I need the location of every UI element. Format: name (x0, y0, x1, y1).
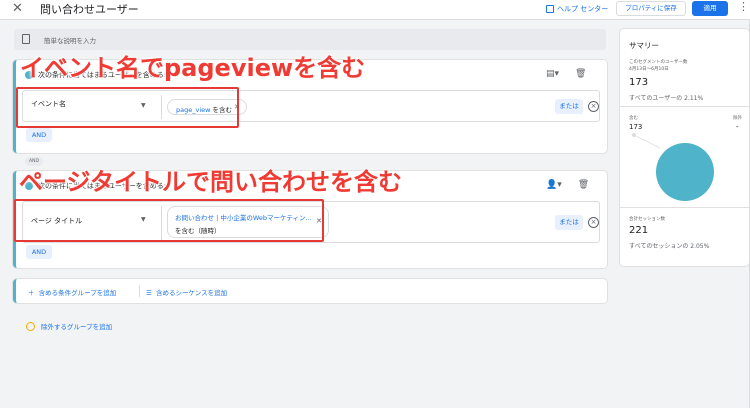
description-input[interactable]: 簡単な説明を入力 (14, 29, 606, 50)
exclude-ring-icon (26, 321, 35, 331)
divider (139, 285, 140, 297)
users-pie-chart (632, 133, 714, 201)
add-condition-row: ＋ 含める条件グループを追加 ☰ 含めるシーケンスを追加 (13, 279, 607, 303)
annotation-box-event (16, 87, 239, 128)
exclude-label: 除外するグループを追加 (41, 323, 113, 331)
document-icon (22, 34, 30, 44)
add-group-label: 含める条件グループを追加 (38, 289, 117, 297)
include-label: 含む (629, 116, 638, 121)
sessions-label: 合計セッション数 (629, 217, 665, 222)
include-value: 173 (629, 123, 643, 131)
annotation-text-page-title: ページタイトルで問い合わせを含む (19, 168, 403, 196)
add-group-button[interactable]: ＋ 含める条件グループを追加 (28, 287, 116, 297)
save-to-property-button[interactable]: プロパティに保存 (616, 1, 686, 16)
delete-group-icon[interactable]: 🗑 (578, 180, 589, 190)
annotation-box-page-title (14, 199, 324, 242)
summary-title: サマリー (629, 41, 659, 50)
external-link-icon (546, 5, 554, 13)
delete-group-icon[interactable]: 🗑 (575, 69, 586, 79)
group-tools: 👤▾ 🗑 (546, 180, 589, 190)
or-button[interactable]: または (555, 215, 583, 230)
add-sequence-button[interactable]: ☰ 含めるシーケンスを追加 (146, 287, 227, 297)
remove-condition-icon[interactable]: × (588, 217, 599, 228)
exclude-value: - (736, 123, 739, 131)
pie-slice-include (656, 143, 714, 201)
divider (620, 207, 749, 208)
description-placeholder: 簡単な説明を入力 (44, 37, 96, 45)
sessions-value: 221 (629, 225, 649, 236)
remove-condition-icon[interactable]: × (588, 101, 599, 112)
users-percent: すべてのユーザーの 2.11% (629, 95, 704, 102)
summary-panel: サマリー このセグメントのユーザー数 4月13日～6月10日 173 すべてのユ… (620, 29, 749, 266)
more-options-icon[interactable]: ⋮ (738, 0, 749, 13)
and-button[interactable]: AND (26, 128, 52, 142)
exclude-label: 除外 (733, 116, 742, 121)
apply-button[interactable]: 適用 (692, 1, 728, 16)
or-button[interactable]: または (555, 99, 583, 114)
sessions-percent: すべてのセッションの 2.05% (629, 243, 710, 250)
and-button[interactable]: AND (26, 245, 52, 259)
top-bar: ✕ 問い合わせユーザー ヘルプ センター プロパティに保存 適用 ⋮ (0, 0, 750, 20)
annotation-text-event: イベント名でpageviewを含む (20, 54, 366, 82)
help-center-label: ヘルプ センター (557, 5, 609, 13)
add-exclude-group-button[interactable]: 除外するグループを追加 (26, 321, 112, 331)
page-title: 問い合わせユーザー (40, 3, 139, 16)
leader-line (633, 134, 661, 149)
user-scope-icon[interactable]: 👤▾ (546, 180, 562, 190)
scope-selector-icon[interactable]: ▤▾ (546, 69, 559, 79)
close-icon[interactable]: ✕ (12, 1, 23, 16)
users-value: 173 (629, 77, 649, 88)
group-tools: ▤▾ 🗑 (546, 69, 586, 79)
divider (620, 106, 749, 107)
users-label: このセグメントのユーザー数 (629, 60, 688, 65)
add-sequence-label: 含めるシーケンスを追加 (155, 289, 228, 297)
date-range: 4月13日～6月10日 (629, 67, 669, 72)
help-center-link[interactable]: ヘルプ センター (546, 4, 608, 14)
